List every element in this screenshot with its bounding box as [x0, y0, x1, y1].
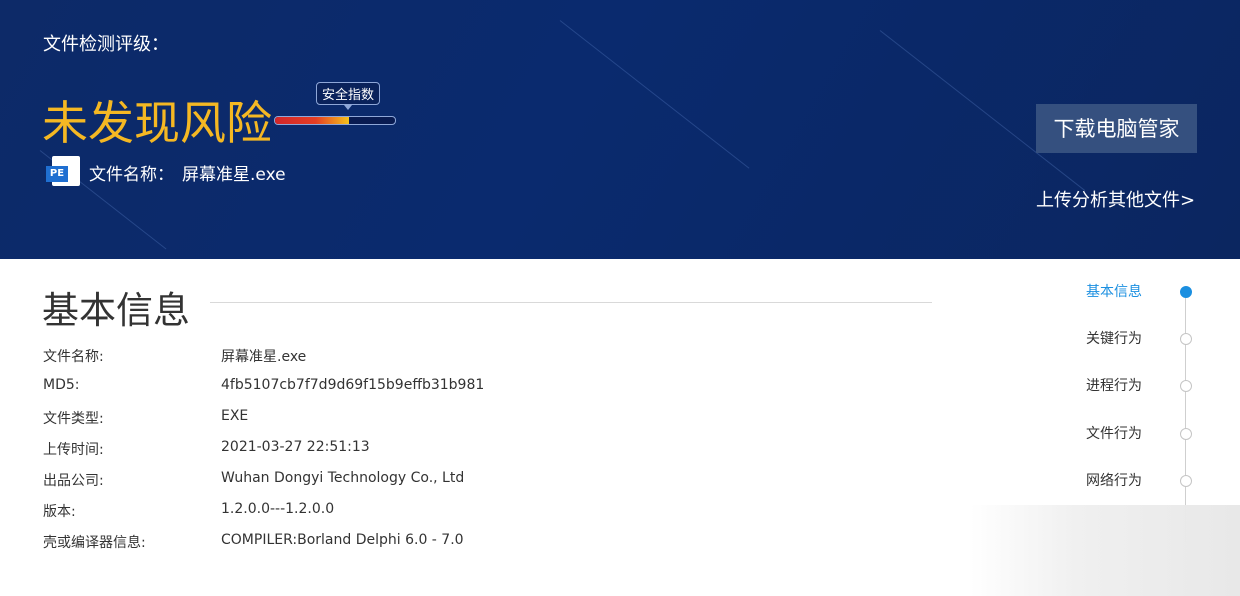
nav-dot-file-behavior[interactable] [1180, 428, 1192, 440]
info-key: 文件名称: [43, 349, 104, 365]
info-value: 4fb5107cb7f7d9d69f15b9effb31b981 [221, 377, 485, 393]
divider [210, 302, 932, 303]
safety-index-track [274, 116, 396, 125]
nav-dot-network-behavior[interactable] [1180, 475, 1192, 487]
nav-item-file-behavior[interactable]: 文件行为 [1086, 423, 1142, 443]
info-value: Wuhan Dongyi Technology Co., Ltd [221, 470, 465, 486]
info-key: 版本: [43, 504, 76, 520]
info-value: 2021-03-27 22:51:13 [221, 439, 370, 455]
info-value: 屏幕准星.exe [221, 349, 307, 365]
pe-file-icon: PE [46, 156, 80, 188]
file-name-label: 文件名称： [89, 164, 174, 185]
info-key: 出品公司: [43, 473, 104, 489]
nav-dot-basic-info[interactable] [1180, 286, 1192, 298]
file-name-value: 屏幕准星.exe [182, 164, 286, 185]
download-pc-manager-button[interactable]: 下载电脑管家 [1036, 104, 1197, 153]
section-title: 基本信息 [42, 289, 190, 332]
info-key: MD5: [43, 377, 80, 393]
info-value: 1.2.0.0---1.2.0.0 [221, 501, 335, 517]
file-name-row: PE 文件名称： 屏幕准星.exe [46, 156, 286, 188]
nav-dot-key-behavior[interactable] [1180, 333, 1192, 345]
info-key: 文件类型: [43, 411, 104, 427]
upload-other-file-link[interactable]: 上传分析其他文件> [1036, 186, 1195, 212]
nav-item-key-behavior[interactable]: 关键行为 [1086, 328, 1142, 348]
nav-item-process-behavior[interactable]: 进程行为 [1086, 375, 1142, 395]
info-key: 上传时间: [43, 442, 104, 458]
decor-line [559, 20, 750, 169]
info-value: COMPILER:Borland Delphi 6.0 - 7.0 [221, 532, 464, 548]
info-key: 壳或编译器信息: [43, 535, 146, 551]
risk-verdict: 未发现风险 [42, 96, 272, 150]
result-banner: 文件检测评级： 未发现风险 安全指数 PE 文件名称： 屏幕准星.exe 下载电… [0, 0, 1240, 259]
grade-label: 文件检测评级： [43, 34, 169, 55]
safety-index-label: 安全指数 [316, 82, 381, 110]
blurred-overlay [970, 505, 1240, 596]
nav-item-basic-info[interactable]: 基本信息 [1086, 281, 1142, 301]
nav-item-network-behavior[interactable]: 网络行为 [1086, 470, 1142, 490]
nav-dot-process-behavior[interactable] [1180, 380, 1192, 392]
safety-index-meter: 安全指数 [274, 82, 398, 128]
info-value: EXE [221, 408, 249, 424]
safety-index-fill [275, 117, 350, 124]
